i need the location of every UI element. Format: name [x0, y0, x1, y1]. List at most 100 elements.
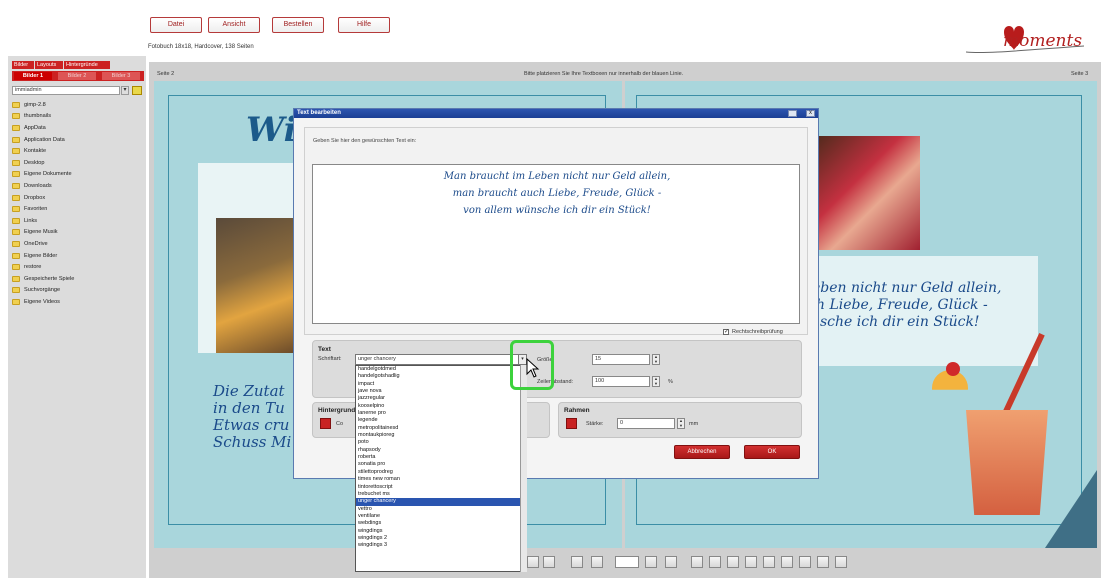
font-option[interactable]: stilettoprodreg [356, 469, 526, 476]
menu-bestellen[interactable]: Bestellen [272, 17, 324, 33]
folder-item[interactable]: Eigene Dokumente [12, 169, 142, 181]
folder-item[interactable]: OneDrive [12, 238, 142, 250]
folder-item[interactable]: Eigene Videos [12, 296, 142, 308]
size-input[interactable]: 15 [592, 354, 650, 365]
tool-icon[interactable] [781, 556, 793, 568]
next-page-icon[interactable] [645, 556, 657, 568]
line-spacing-input[interactable]: 100 [592, 376, 650, 387]
folder-item[interactable]: restore [12, 261, 142, 273]
photo-drink[interactable] [216, 218, 296, 353]
font-option[interactable]: trebuchet ms [356, 491, 526, 498]
font-option[interactable]: webdings [356, 520, 526, 527]
folder-item[interactable]: Dropbox [12, 192, 142, 204]
cancel-button[interactable]: Abbrechen [674, 445, 730, 459]
folder-up-icon[interactable] [132, 86, 142, 95]
folder-item[interactable]: Kontakte [12, 145, 142, 157]
left-page-text[interactable]: Die Zutat in den Tu Etwas cru Schuss Mi [213, 383, 291, 451]
font-option[interactable]: roberta [356, 454, 526, 461]
font-option[interactable]: wingdings 3 [356, 542, 526, 549]
font-option[interactable]: montaukpioreg [356, 432, 526, 439]
tab-bilder-3[interactable]: Bilder 3 [102, 72, 140, 80]
page-number-input[interactable] [615, 556, 639, 568]
folder-item[interactable]: Downloads [12, 180, 142, 192]
font-list-scrollbar[interactable] [520, 365, 527, 572]
restore-icon[interactable] [788, 110, 797, 117]
font-option[interactable]: jazzregular [356, 395, 526, 402]
tab-layouts[interactable]: Layouts [35, 61, 63, 69]
menu-ansicht[interactable]: Ansicht [208, 17, 260, 33]
tool-icon[interactable] [709, 556, 721, 568]
tool-icon[interactable] [691, 556, 703, 568]
tab-bilder-2[interactable]: Bilder 2 [58, 72, 96, 80]
right-page-text[interactable]: eben nicht nur Geld allein, h Liebe, Fre… [812, 280, 1002, 331]
spellcheck-toggle[interactable]: ✓ Rechtschreibprüfung [723, 329, 783, 335]
font-option[interactable]: handelgotshadlig [356, 373, 526, 380]
folder-item[interactable]: thumbnails [12, 111, 142, 123]
tab-bilder-1[interactable]: Bilder 1 [14, 72, 52, 80]
menu-datei[interactable]: Datei [150, 17, 202, 33]
folder-item[interactable]: Eigene Musik [12, 227, 142, 239]
spellcheck-checkbox[interactable]: ✓ [723, 329, 729, 335]
align-right-icon[interactable] [543, 556, 555, 568]
page-title-deco: Wi [246, 110, 297, 150]
folder-item[interactable]: Gespeicherte Spiele [12, 273, 142, 285]
text-input-area[interactable]: Man braucht im Leben nicht nur Geld alle… [312, 164, 800, 324]
folder-item[interactable]: Links [12, 215, 142, 227]
first-page-icon[interactable] [571, 556, 583, 568]
path-select[interactable]: immiadmin [12, 86, 120, 95]
font-option[interactable]: wingdings [356, 528, 526, 535]
folder-item[interactable]: Eigene Bilder [12, 250, 142, 262]
font-option[interactable]: lanerne pro [356, 410, 526, 417]
tab-hintergruende[interactable]: Hintergründe [64, 61, 110, 69]
folder-item[interactable]: Favoriten [12, 203, 142, 215]
font-option[interactable]: ventilane [356, 513, 526, 520]
chevron-down-icon[interactable]: ▾ [121, 86, 129, 95]
font-option[interactable]: wingdings 2 [356, 535, 526, 542]
font-option[interactable]: jave nova [356, 388, 526, 395]
font-option[interactable]: poto [356, 439, 526, 446]
font-option[interactable]: handelgotdmed [356, 366, 526, 373]
tab-bilder[interactable]: Bilder [12, 61, 34, 69]
font-option[interactable]: metropolitainesd [356, 425, 526, 432]
close-icon[interactable]: x [806, 110, 815, 117]
font-option-selected[interactable]: unger chancery [356, 498, 526, 506]
background-color-button[interactable] [320, 418, 331, 429]
align-left-icon[interactable] [527, 556, 539, 568]
font-label: Schriftart: [318, 356, 342, 362]
logo-text: moments [1003, 31, 1083, 51]
font-select[interactable]: unger chancery [355, 354, 525, 365]
photo-woman[interactable] [812, 136, 920, 250]
folder-item[interactable]: Desktop [12, 157, 142, 169]
font-option[interactable]: times new roman [356, 476, 526, 483]
frame-strength-input[interactable]: 0 [617, 418, 675, 429]
last-page-icon[interactable] [665, 556, 677, 568]
font-option[interactable]: rhapsody [356, 447, 526, 454]
folder-icon [12, 229, 20, 236]
font-option[interactable]: vettro [356, 506, 526, 513]
frame-color-button[interactable] [566, 418, 577, 429]
tool-icon[interactable] [817, 556, 829, 568]
folder-item[interactable]: Suchvorgänge [12, 285, 142, 297]
frame-strength-stepper[interactable]: ▲ ▼ [677, 418, 685, 429]
tool-icon[interactable] [799, 556, 811, 568]
prev-page-icon[interactable] [591, 556, 603, 568]
font-option[interactable]: impact [356, 381, 526, 388]
menu-hilfe[interactable]: Hilfe [338, 17, 390, 33]
line-spacing-unit: % [668, 379, 673, 385]
line-spacing-stepper[interactable]: ▲ ▼ [652, 376, 660, 387]
folder-item[interactable]: gimp-2.8 [12, 99, 142, 111]
font-option[interactable]: kooselpino [356, 403, 526, 410]
frame-strength-label: Stärke: [586, 421, 604, 427]
folder-item[interactable]: AppData [12, 122, 142, 134]
tool-icon[interactable] [763, 556, 775, 568]
font-option[interactable]: tintorettoscript [356, 484, 526, 491]
folder-icon [12, 194, 20, 201]
folder-item[interactable]: Application Data [12, 134, 142, 146]
font-option[interactable]: sonatia pro [356, 461, 526, 468]
tool-icon[interactable] [745, 556, 757, 568]
tool-icon[interactable] [835, 556, 847, 568]
tool-icon[interactable] [727, 556, 739, 568]
size-stepper[interactable]: ▲ ▼ [652, 354, 660, 365]
ok-button[interactable]: OK [744, 445, 800, 459]
font-option[interactable]: legende [356, 417, 526, 424]
